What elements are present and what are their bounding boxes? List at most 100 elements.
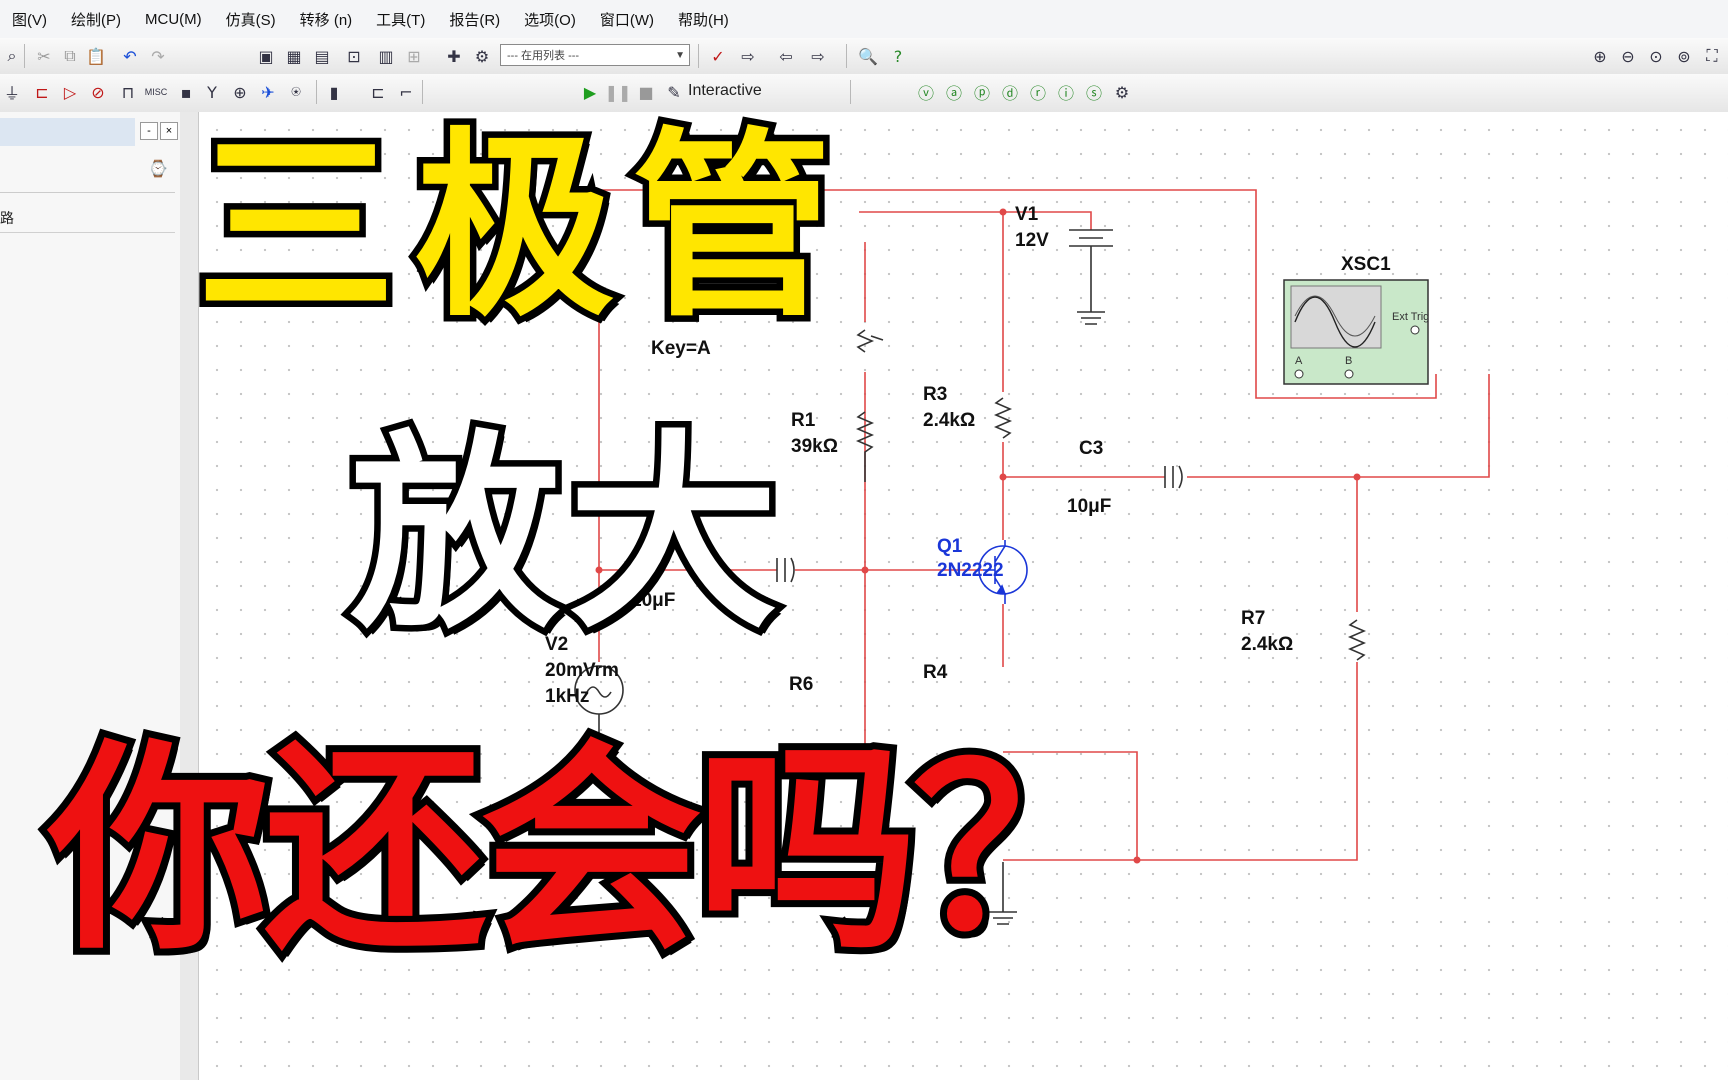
menu-view[interactable]: 图(V) <box>0 9 59 30</box>
spreadsheet-icon[interactable]: ▦ <box>282 44 306 68</box>
find-examples-icon[interactable]: 🔍 <box>856 44 880 68</box>
menu-place[interactable]: 绘制(P) <box>59 9 133 30</box>
database-icon[interactable]: ▤ <box>310 44 334 68</box>
pause-simulation-icon[interactable]: ❚❚ <box>605 80 632 104</box>
postprocessor-icon[interactable]: ▥ <box>374 44 398 68</box>
project-folder-icon[interactable]: ⌚ <box>146 156 170 180</box>
probe-current-icon[interactable]: ⓐ <box>942 80 966 104</box>
c3-capacitor-symbol <box>1164 465 1183 489</box>
r7-resistor-symbol <box>1347 619 1367 661</box>
stop-simulation-icon[interactable]: ■ <box>634 80 658 104</box>
rf-component-icon[interactable]: ✈ <box>256 80 280 104</box>
xsc1-oscilloscope <box>1283 279 1429 385</box>
r3-resistor-symbol <box>993 397 1013 439</box>
r3-value: 2.4kΩ <box>923 410 975 431</box>
hierarchical-block-icon[interactable]: ▮ <box>322 80 346 104</box>
zoom-out-icon[interactable]: ⊖ <box>1616 44 1640 68</box>
junction <box>861 566 869 574</box>
full-screen-icon[interactable]: ⛶ <box>1700 44 1724 68</box>
grapher-icon[interactable]: ⊡ <box>342 44 366 68</box>
junction <box>999 208 1007 216</box>
design-toolbox-icon[interactable]: ▣ <box>254 44 278 68</box>
back-annotate-icon[interactable]: ⇨ <box>736 44 760 68</box>
ladder-component-icon[interactable]: ⍟ <box>284 80 308 104</box>
menu-bar: 图(V) 绘制(P) MCU(M) 仿真(S) 转移 (n) 工具(T) 报告(… <box>0 0 1728 39</box>
interactive-mode-icon[interactable]: ✎ <box>662 80 686 104</box>
v2-value: 20mVrm <box>545 660 619 681</box>
junction <box>1353 473 1361 481</box>
probe-digital-icon[interactable]: ⓘ <box>1054 80 1078 104</box>
menu-mcu[interactable]: MCU(M) <box>133 11 214 28</box>
menu-window[interactable]: 窗口(W) <box>588 9 666 30</box>
cut-icon[interactable]: ✂ <box>32 44 56 68</box>
probe-differential-icon[interactable]: ⓓ <box>998 80 1022 104</box>
probe-voltage-icon[interactable]: ⓥ <box>914 80 938 104</box>
help-icon[interactable]: ? <box>886 44 910 68</box>
menu-simulate[interactable]: 仿真(S) <box>214 9 288 30</box>
r6-name: R6 <box>789 674 813 695</box>
sine-icon <box>586 686 612 698</box>
toolbar-separator <box>316 80 317 104</box>
r7-value: 2.4kΩ <box>1241 634 1293 655</box>
v1-battery-symbol <box>1069 229 1113 325</box>
junction <box>1133 856 1141 864</box>
probe-settings-icon[interactable]: ⓢ <box>1082 80 1106 104</box>
in-use-list-value: --- 在用列表 --- <box>507 50 580 62</box>
panel-minimize-button[interactable]: - <box>140 122 158 140</box>
zoom-area-icon[interactable]: ⊙ <box>1644 44 1668 68</box>
panel-close-button[interactable]: × <box>160 122 178 140</box>
gear-icon[interactable]: ⚙ <box>1110 80 1134 104</box>
copy-icon[interactable]: ⧉ <box>58 44 82 68</box>
xsc1-name: XSC1 <box>1341 254 1391 275</box>
probe-reference-icon[interactable]: ⓡ <box>1026 80 1050 104</box>
forward-annotate-icon[interactable]: ⇦ <box>774 44 798 68</box>
menu-reports[interactable]: 报告(R) <box>437 9 512 30</box>
q1-model: 2N2222 <box>937 560 1004 581</box>
v1-name: V1 <box>1015 204 1039 225</box>
probe-power-icon[interactable]: ⓟ <box>970 80 994 104</box>
menu-options[interactable]: 选项(O) <box>512 9 588 30</box>
transistor-component-icon[interactable]: ⊘ <box>86 80 110 104</box>
misc-component-icon[interactable]: MISC <box>144 80 168 104</box>
breadboard-icon[interactable]: ⊞ <box>402 44 426 68</box>
v2-frequency: 1kHz <box>545 686 589 707</box>
bus-icon[interactable]: ⊏ <box>366 80 390 104</box>
junction <box>999 473 1007 481</box>
menu-help[interactable]: 帮助(H) <box>666 9 741 30</box>
q1-name: Q1 <box>937 536 963 557</box>
zoom-fit-icon[interactable]: ⊚ <box>1672 44 1696 68</box>
wire-icon[interactable]: ⌐ <box>394 80 418 104</box>
undo-icon[interactable]: ↶ <box>118 44 142 68</box>
zoom-in-icon[interactable]: ⊕ <box>1588 44 1612 68</box>
source-component-icon[interactable]: ⏚ <box>0 80 24 104</box>
electromech-component-icon[interactable]: ⊕ <box>228 80 252 104</box>
title-line-3: 你还会吗？ <box>41 722 1141 980</box>
simulation-mode-label[interactable]: Interactive <box>688 82 762 100</box>
search-icon[interactable]: ⌕ <box>0 44 24 68</box>
components-toolbar: ⏚ ⊏ ▷ ⊘ ⊓ MISC ▪ Y ⊕ ✈ ⍟ ▮ ⊏ ⌐ ▶ ❚❚ ■ ✎ … <box>0 74 1728 113</box>
component-wizard-icon[interactable]: ✚ <box>442 44 466 68</box>
v1-value: 12V <box>1015 230 1049 251</box>
run-simulation-icon[interactable]: ▶ <box>578 80 602 104</box>
xsc1-ext-trig: Ext Trig <box>1392 311 1429 323</box>
paste-icon[interactable]: 📋 <box>84 44 108 68</box>
basic-component-icon[interactable]: ⊏ <box>30 80 54 104</box>
tree-item-circuit[interactable]: 路 <box>0 208 14 228</box>
toolbar-separator <box>850 80 851 104</box>
link-icon[interactable]: ⚙ <box>470 44 494 68</box>
erc-icon[interactable]: ✓ <box>706 44 730 68</box>
diode-component-icon[interactable]: ▷ <box>58 80 82 104</box>
indicator-component-icon[interactable]: ▪ <box>174 80 198 104</box>
menu-transfer[interactable]: 转移 (n) <box>288 9 365 30</box>
r4-name: R4 <box>923 662 948 683</box>
antenna-component-icon[interactable]: Y <box>200 80 224 104</box>
title-line-2: 放大 <box>343 412 787 657</box>
analog-component-icon[interactable]: ⊓ <box>116 80 140 104</box>
in-use-list-select[interactable]: --- 在用列表 --- ▼ <box>500 44 690 66</box>
redo-icon[interactable]: ↷ <box>146 44 170 68</box>
tree-divider <box>0 232 175 233</box>
annotate-options-icon[interactable]: ⇨ <box>806 44 830 68</box>
menu-tools[interactable]: 工具(T) <box>364 9 437 30</box>
wire-c3-scope <box>1187 374 1490 478</box>
r1-value: 39kΩ <box>791 436 838 457</box>
